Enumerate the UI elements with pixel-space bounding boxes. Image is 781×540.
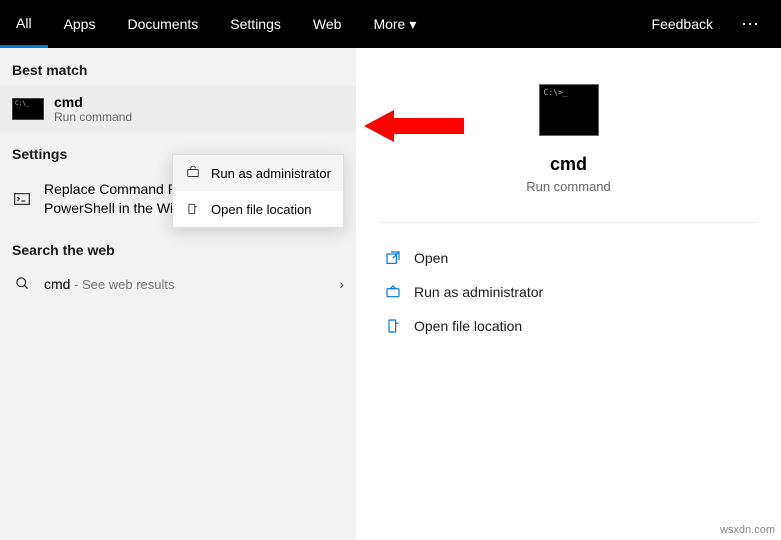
web-result-text: cmd - See web results <box>44 276 175 292</box>
filter-tabs: All Apps Documents Settings Web More ▾ <box>0 0 652 48</box>
ctx-run-as-admin-label: Run as administrator <box>211 166 331 181</box>
action-run-as-admin[interactable]: Run as administrator <box>380 277 757 307</box>
results-panel: Best match cmd Run command Run as admini… <box>0 48 356 540</box>
action-open-file-location-label: Open file location <box>414 318 522 334</box>
chevron-right-icon: › <box>339 276 344 292</box>
folder-icon <box>384 317 402 335</box>
ctx-open-file-location-label: Open file location <box>211 202 311 217</box>
more-options-icon[interactable]: ⋯ <box>729 14 773 35</box>
open-icon <box>384 249 402 267</box>
best-match-result[interactable]: cmd Run command <box>0 86 356 132</box>
body: Best match cmd Run command Run as admini… <box>0 48 781 540</box>
web-result[interactable]: cmd - See web results › <box>0 266 356 302</box>
chevron-down-icon: ▾ <box>409 16 416 33</box>
topbar-right: Feedback ⋯ <box>652 14 781 35</box>
topbar: All Apps Documents Settings Web More ▾ F… <box>0 0 781 48</box>
web-label: Search the web <box>0 228 356 266</box>
ctx-open-file-location[interactable]: Open file location <box>173 191 343 227</box>
tab-more-label: More <box>373 16 405 32</box>
best-match-subtitle: Run command <box>54 110 132 124</box>
ctx-run-as-admin[interactable]: Run as administrator <box>173 155 343 191</box>
feedback-link[interactable]: Feedback <box>652 16 713 32</box>
watermark: wsxdn.com <box>720 524 775 536</box>
action-run-as-admin-label: Run as administrator <box>414 284 543 300</box>
best-match-label: Best match <box>0 48 356 86</box>
preview-subtitle: Run command <box>526 179 611 194</box>
preview-panel: cmd Run command Open Run as administrato… <box>356 48 781 540</box>
best-match-text: cmd Run command <box>54 94 132 124</box>
tab-documents[interactable]: Documents <box>111 0 214 48</box>
web-result-title: cmd <box>44 276 70 292</box>
cmd-icon <box>12 98 44 120</box>
tab-settings[interactable]: Settings <box>214 0 297 48</box>
action-open[interactable]: Open <box>380 243 757 273</box>
shield-icon <box>384 283 402 301</box>
tab-more[interactable]: More ▾ <box>357 0 432 48</box>
action-open-file-location[interactable]: Open file location <box>380 311 757 341</box>
search-icon <box>12 276 32 291</box>
context-menu: Run as administrator Open file location <box>172 154 344 228</box>
preview-header: cmd Run command <box>380 72 757 223</box>
action-open-label: Open <box>414 250 448 266</box>
preview-actions: Open Run as administrator Open file loca… <box>380 223 757 341</box>
folder-icon <box>185 201 201 217</box>
tab-web[interactable]: Web <box>297 0 358 48</box>
preview-title: cmd <box>550 154 587 175</box>
shield-icon <box>185 165 201 181</box>
tab-all[interactable]: All <box>0 0 48 48</box>
best-match-title: cmd <box>54 94 132 110</box>
tab-apps[interactable]: Apps <box>48 0 112 48</box>
terminal-icon <box>12 193 32 205</box>
web-result-suffix: - See web results <box>70 277 174 292</box>
cmd-icon <box>539 84 599 136</box>
